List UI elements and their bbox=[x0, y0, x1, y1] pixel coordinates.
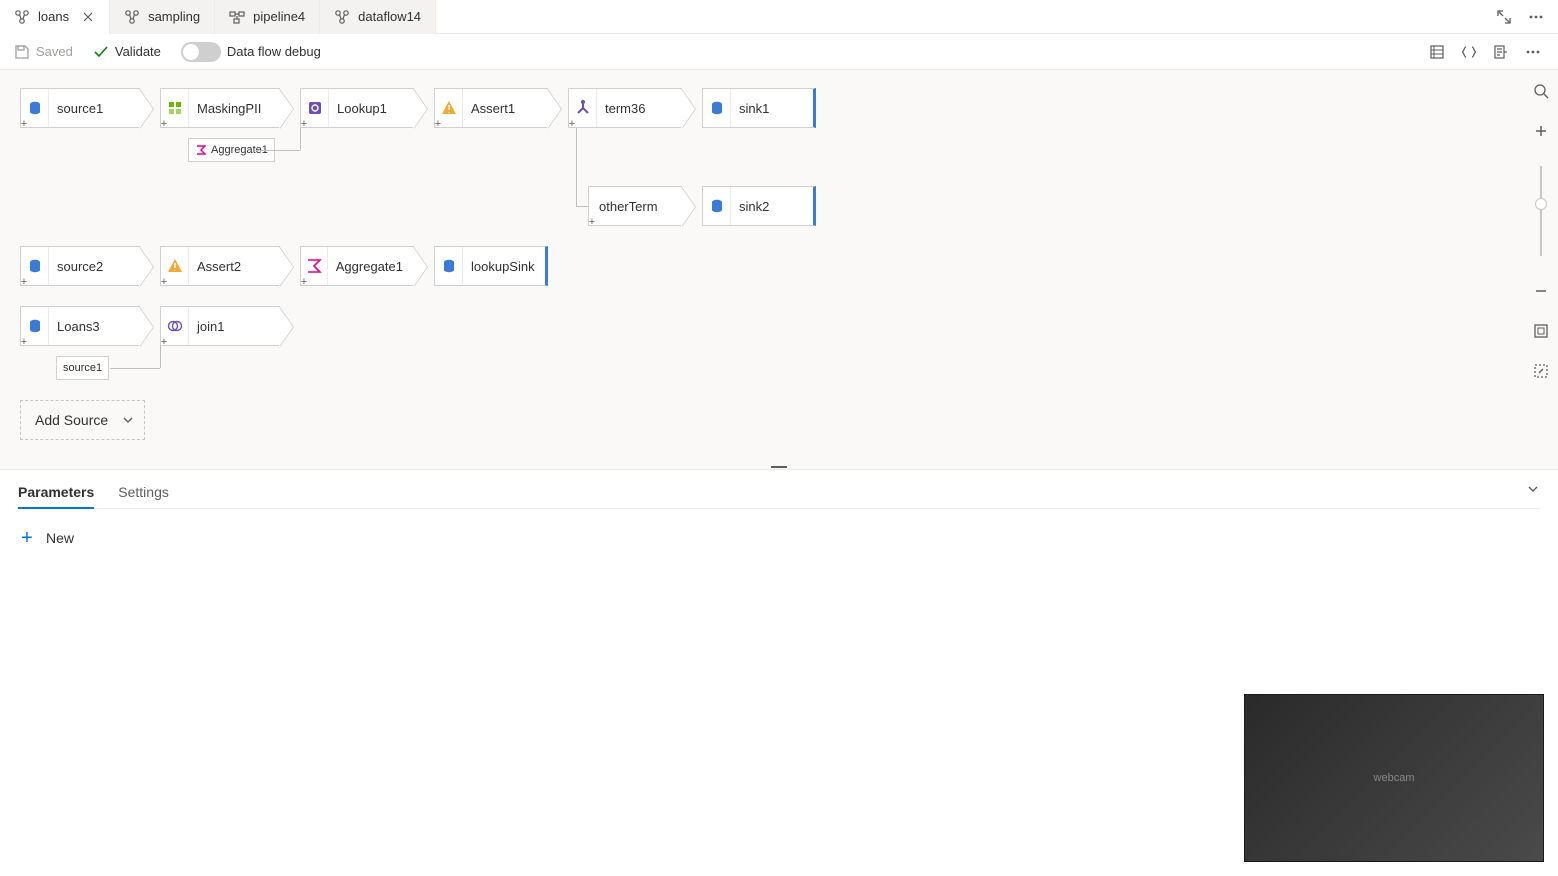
plus-icon: + bbox=[18, 529, 36, 547]
tab-label: dataflow14 bbox=[358, 9, 421, 24]
dataflow-icon bbox=[124, 9, 140, 25]
branch-label: source1 bbox=[63, 362, 102, 374]
node-term36[interactable]: term36 + bbox=[568, 88, 682, 128]
node-label: term36 bbox=[597, 101, 655, 116]
node-label: Lookup1 bbox=[329, 101, 397, 116]
zoom-slider-handle[interactable] bbox=[1535, 198, 1547, 210]
node-label: Assert1 bbox=[463, 101, 525, 116]
toolbar-right bbox=[1426, 41, 1544, 63]
add-step-icon[interactable]: + bbox=[299, 277, 309, 287]
tab-pipeline4[interactable]: pipeline4 bbox=[215, 0, 320, 34]
node-label: otherTerm bbox=[589, 199, 668, 214]
bottom-panel-actions bbox=[1526, 482, 1540, 496]
toggle-switch[interactable] bbox=[181, 42, 221, 62]
tab-label: loans bbox=[38, 9, 69, 24]
pipeline-icon bbox=[229, 9, 245, 25]
sink-icon bbox=[703, 89, 731, 127]
node-source2[interactable]: source2 + bbox=[20, 246, 140, 286]
node-aggregate1[interactable]: Aggregate1 + bbox=[300, 246, 414, 286]
bottom-panel: Parameters Settings + New bbox=[0, 470, 1558, 577]
node-lookupsink[interactable]: lookupSink bbox=[434, 246, 548, 286]
node-loans3[interactable]: Loans3 + bbox=[20, 306, 140, 346]
bottom-tabs: Parameters Settings bbox=[18, 480, 1540, 509]
debug-toggle[interactable]: Data flow debug bbox=[181, 42, 321, 62]
node-label: MaskingPII bbox=[189, 101, 271, 116]
node-maskingpii[interactable]: MaskingPII + bbox=[160, 88, 280, 128]
node-source1[interactable]: source1 + bbox=[20, 88, 140, 128]
add-step-icon[interactable]: + bbox=[587, 217, 597, 227]
validate-button[interactable]: Validate bbox=[93, 44, 161, 60]
add-source-button[interactable]: Add Source bbox=[20, 400, 145, 440]
node-label: source1 bbox=[49, 101, 113, 116]
aggregate-icon bbox=[195, 144, 207, 156]
add-step-icon[interactable]: + bbox=[19, 277, 29, 287]
node-sink1[interactable]: sink1 bbox=[702, 88, 816, 128]
sink-icon bbox=[703, 187, 731, 225]
canvas-tools bbox=[1530, 80, 1552, 382]
reset-zoom-icon[interactable] bbox=[1530, 360, 1552, 382]
expand-icon[interactable] bbox=[1494, 7, 1514, 27]
search-icon[interactable] bbox=[1530, 80, 1552, 102]
tab-settings[interactable]: Settings bbox=[118, 480, 169, 508]
dataflow-icon bbox=[334, 9, 350, 25]
node-sink2[interactable]: sink2 bbox=[702, 186, 816, 226]
tabs-bar: loans sampling pipeline4 dataflow14 bbox=[0, 0, 1558, 34]
node-assert1[interactable]: Assert1 + bbox=[434, 88, 548, 128]
add-step-icon[interactable]: + bbox=[159, 277, 169, 287]
validate-label: Validate bbox=[115, 44, 161, 59]
add-step-icon[interactable]: + bbox=[19, 337, 29, 347]
parameters-pane: + New bbox=[18, 509, 1540, 567]
tab-sampling[interactable]: sampling bbox=[110, 0, 215, 34]
zoom-out-icon[interactable] bbox=[1530, 280, 1552, 302]
save-button: Saved bbox=[14, 44, 73, 60]
chevron-down-icon[interactable] bbox=[1526, 482, 1540, 496]
zoom-slider[interactable] bbox=[1540, 166, 1542, 256]
node-lookup1[interactable]: Lookup1 + bbox=[300, 88, 414, 128]
node-join1[interactable]: join1 + bbox=[160, 306, 280, 346]
tab-label: pipeline4 bbox=[253, 9, 305, 24]
new-parameter-button[interactable]: + New bbox=[18, 529, 1540, 547]
node-label: Loans3 bbox=[49, 319, 110, 334]
node-otherterm[interactable]: otherTerm + bbox=[588, 186, 682, 226]
dataflow-icon bbox=[14, 9, 30, 25]
zoom-in-icon[interactable] bbox=[1530, 120, 1552, 142]
add-source-label: Add Source bbox=[35, 412, 108, 428]
properties-icon[interactable] bbox=[1490, 41, 1512, 63]
save-label: Saved bbox=[36, 44, 73, 59]
webcam-overlay: webcam bbox=[1244, 694, 1544, 862]
node-label: Aggregate1 bbox=[328, 259, 413, 274]
fit-icon[interactable] bbox=[1530, 320, 1552, 342]
add-step-icon[interactable]: + bbox=[433, 119, 443, 129]
code-icon[interactable] bbox=[1458, 41, 1480, 63]
sink-icon bbox=[435, 247, 463, 285]
node-label: sink2 bbox=[731, 199, 779, 214]
tab-parameters[interactable]: Parameters bbox=[18, 480, 94, 508]
tab-dataflow14[interactable]: dataflow14 bbox=[320, 0, 436, 34]
node-label: sink1 bbox=[731, 101, 779, 116]
branch-source1[interactable]: source1 bbox=[56, 356, 109, 380]
more-icon[interactable] bbox=[1522, 41, 1544, 63]
node-label: source2 bbox=[49, 259, 113, 274]
mapping-icon[interactable] bbox=[1426, 41, 1448, 63]
tab-label: sampling bbox=[148, 9, 200, 24]
close-icon[interactable] bbox=[81, 10, 95, 24]
node-label: join1 bbox=[189, 319, 234, 334]
toolbar: Saved Validate Data flow debug bbox=[0, 34, 1558, 70]
node-label: Assert2 bbox=[189, 259, 251, 274]
tab-loans[interactable]: loans bbox=[0, 0, 110, 34]
more-icon[interactable] bbox=[1526, 7, 1546, 27]
chevron-down-icon bbox=[122, 414, 134, 426]
debug-label: Data flow debug bbox=[227, 44, 321, 59]
add-step-icon[interactable]: + bbox=[159, 119, 169, 129]
node-assert2[interactable]: Assert2 + bbox=[160, 246, 280, 286]
tabs-right bbox=[1494, 7, 1558, 27]
dataflow-canvas[interactable]: source1 + MaskingPII + Lookup1 + Assert1… bbox=[0, 70, 1558, 470]
node-label: lookupSink bbox=[463, 259, 545, 274]
new-label: New bbox=[46, 530, 74, 546]
add-step-icon[interactable]: + bbox=[19, 119, 29, 129]
